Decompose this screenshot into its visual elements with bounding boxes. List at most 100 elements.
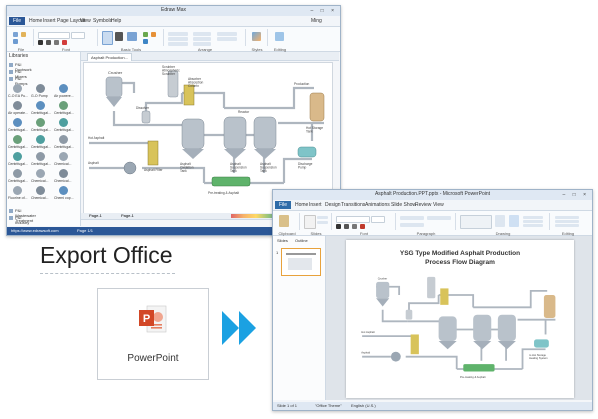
page-tab-1[interactable]: Page-1 <box>89 213 102 218</box>
shape-thumbnail[interactable] <box>13 84 22 93</box>
align-text-icon[interactable] <box>400 223 424 227</box>
shape-thumbnail[interactable] <box>36 135 45 144</box>
shape-thumbnail[interactable] <box>59 152 68 161</box>
new-slide-icon[interactable] <box>304 215 316 229</box>
fill-icon[interactable] <box>151 32 156 37</box>
edraw-window-controls[interactable]: – □ × <box>311 8 338 14</box>
paste-icon[interactable] <box>279 215 289 227</box>
shape-thumbnail[interactable] <box>13 135 22 144</box>
shape-thumbnail[interactable] <box>36 152 45 161</box>
shape-thumbnail[interactable] <box>59 186 68 195</box>
tab-slides[interactable]: Slides <box>277 238 288 243</box>
edraw-menu-insert[interactable]: Insert <box>43 18 56 24</box>
text-tool-icon[interactable] <box>115 32 123 41</box>
font-size-field[interactable] <box>71 32 85 39</box>
shape-thumbnail[interactable] <box>13 152 22 161</box>
ppt-menu-slide-show[interactable]: Slide Show <box>391 202 416 208</box>
ppt-file-menu[interactable]: File <box>275 201 292 209</box>
italic-icon[interactable] <box>46 40 51 45</box>
slide[interactable]: YSG Type Modified Asphalt Production Pro… <box>346 240 574 398</box>
underline-icon[interactable] <box>54 40 59 45</box>
shape-thumbnail[interactable] <box>59 169 68 178</box>
numbering-icon[interactable] <box>427 216 451 220</box>
shape-thumbnail[interactable] <box>59 84 68 93</box>
shape-thumbnail[interactable] <box>59 135 68 144</box>
shape-outline-icon[interactable] <box>523 220 543 223</box>
ppt-bold-icon[interactable] <box>336 224 341 229</box>
layout-icon[interactable] <box>317 216 328 219</box>
shape-thumbnail[interactable] <box>36 169 45 178</box>
ppt-italic-icon[interactable] <box>344 224 349 229</box>
select-tool-icon[interactable] <box>102 31 113 45</box>
open-icon[interactable] <box>21 32 26 37</box>
bring-front-icon[interactable] <box>168 32 188 36</box>
ppt-menu-design[interactable]: Design <box>325 202 341 208</box>
shape-thumbnail[interactable] <box>13 101 22 110</box>
ppt-menu-insert[interactable]: Insert <box>309 202 322 208</box>
status-url[interactable]: https://www.edrawsoft.com <box>11 227 59 235</box>
rotate-icon[interactable] <box>168 42 188 46</box>
edraw-menu-view[interactable]: View <box>80 18 91 24</box>
ppt-menu-transitions[interactable]: Transitions <box>341 202 365 208</box>
edraw-user[interactable]: Ming <box>311 18 322 24</box>
ppt-font-size-field[interactable] <box>371 216 385 223</box>
ppt-font-name-field[interactable] <box>336 216 370 223</box>
shape-thumbnail[interactable] <box>59 101 68 110</box>
powerpoint-export-card[interactable]: P PowerPoint <box>97 288 209 380</box>
shape-thumbnail[interactable] <box>36 101 45 110</box>
reset-icon[interactable] <box>317 221 328 224</box>
shape-effects-icon[interactable] <box>523 224 543 227</box>
slide-thumbnail[interactable] <box>281 248 321 276</box>
find-icon[interactable] <box>275 32 284 41</box>
bullets-icon[interactable] <box>400 216 424 220</box>
edraw-menubar: File Home Insert Page Layout View Symbol… <box>7 16 340 27</box>
arrange-icon[interactable] <box>495 215 505 227</box>
edraw-menu-home[interactable]: Home <box>29 18 42 24</box>
ppt-font-color-icon[interactable] <box>360 224 365 229</box>
ppt-menu-animations[interactable]: Animations <box>365 202 390 208</box>
edraw-menu-symbols[interactable]: Symbols <box>93 18 112 24</box>
font-color-icon[interactable] <box>62 40 67 45</box>
label-reactor: Reactor <box>238 110 250 114</box>
connector-tool-icon[interactable] <box>127 32 137 41</box>
slide-reactor-3-cone <box>497 341 516 350</box>
ppt-status-language: English (U.S.) <box>351 403 376 408</box>
shape-thumbnail[interactable] <box>13 186 22 195</box>
bold-icon[interactable] <box>38 40 43 45</box>
ppt-menu-view[interactable]: View <box>433 202 444 208</box>
align-icon[interactable] <box>193 37 211 41</box>
shape-fill-icon[interactable] <box>523 216 543 219</box>
shape-thumbnail[interactable] <box>36 186 45 195</box>
size-icon[interactable] <box>217 32 237 36</box>
ppt-menu-review[interactable]: Review <box>415 202 431 208</box>
shape-thumbnail[interactable] <box>59 118 68 127</box>
ppt-window-controls[interactable]: – □ × <box>563 192 590 198</box>
center-icon[interactable] <box>217 37 237 41</box>
font-name-field[interactable] <box>38 32 70 39</box>
shapes-gallery[interactable] <box>460 215 492 229</box>
shape-thumbnail[interactable] <box>36 118 45 127</box>
replace-icon[interactable] <box>555 220 579 223</box>
page-tab-2[interactable]: Page-1 <box>121 213 134 218</box>
save-icon[interactable] <box>13 39 18 44</box>
distribute-icon[interactable] <box>193 42 211 46</box>
document-tab[interactable]: Asphalt Production... <box>87 53 132 61</box>
new-icon[interactable] <box>13 32 18 37</box>
send-back-icon[interactable] <box>168 37 188 41</box>
ppt-underline-icon[interactable] <box>352 224 357 229</box>
edraw-file-menu[interactable]: File <box>9 17 26 25</box>
tab-outline[interactable]: Outline <box>295 238 308 243</box>
shape-thumbnail[interactable] <box>13 169 22 178</box>
shape-thumbnail[interactable] <box>36 84 45 93</box>
shape-icon[interactable] <box>143 32 148 37</box>
styles-icon[interactable] <box>252 32 261 41</box>
shape-thumbnail[interactable] <box>13 118 22 127</box>
quick-styles-icon[interactable] <box>509 215 519 227</box>
find-icon[interactable] <box>555 216 579 219</box>
shape-label: Chemical... <box>54 179 72 183</box>
ppt-menu-home[interactable]: Home <box>295 202 308 208</box>
group-icon[interactable] <box>193 32 211 36</box>
select-icon[interactable] <box>555 224 579 227</box>
edraw-menu-help[interactable]: Help <box>111 18 121 24</box>
line-icon[interactable] <box>143 39 148 44</box>
